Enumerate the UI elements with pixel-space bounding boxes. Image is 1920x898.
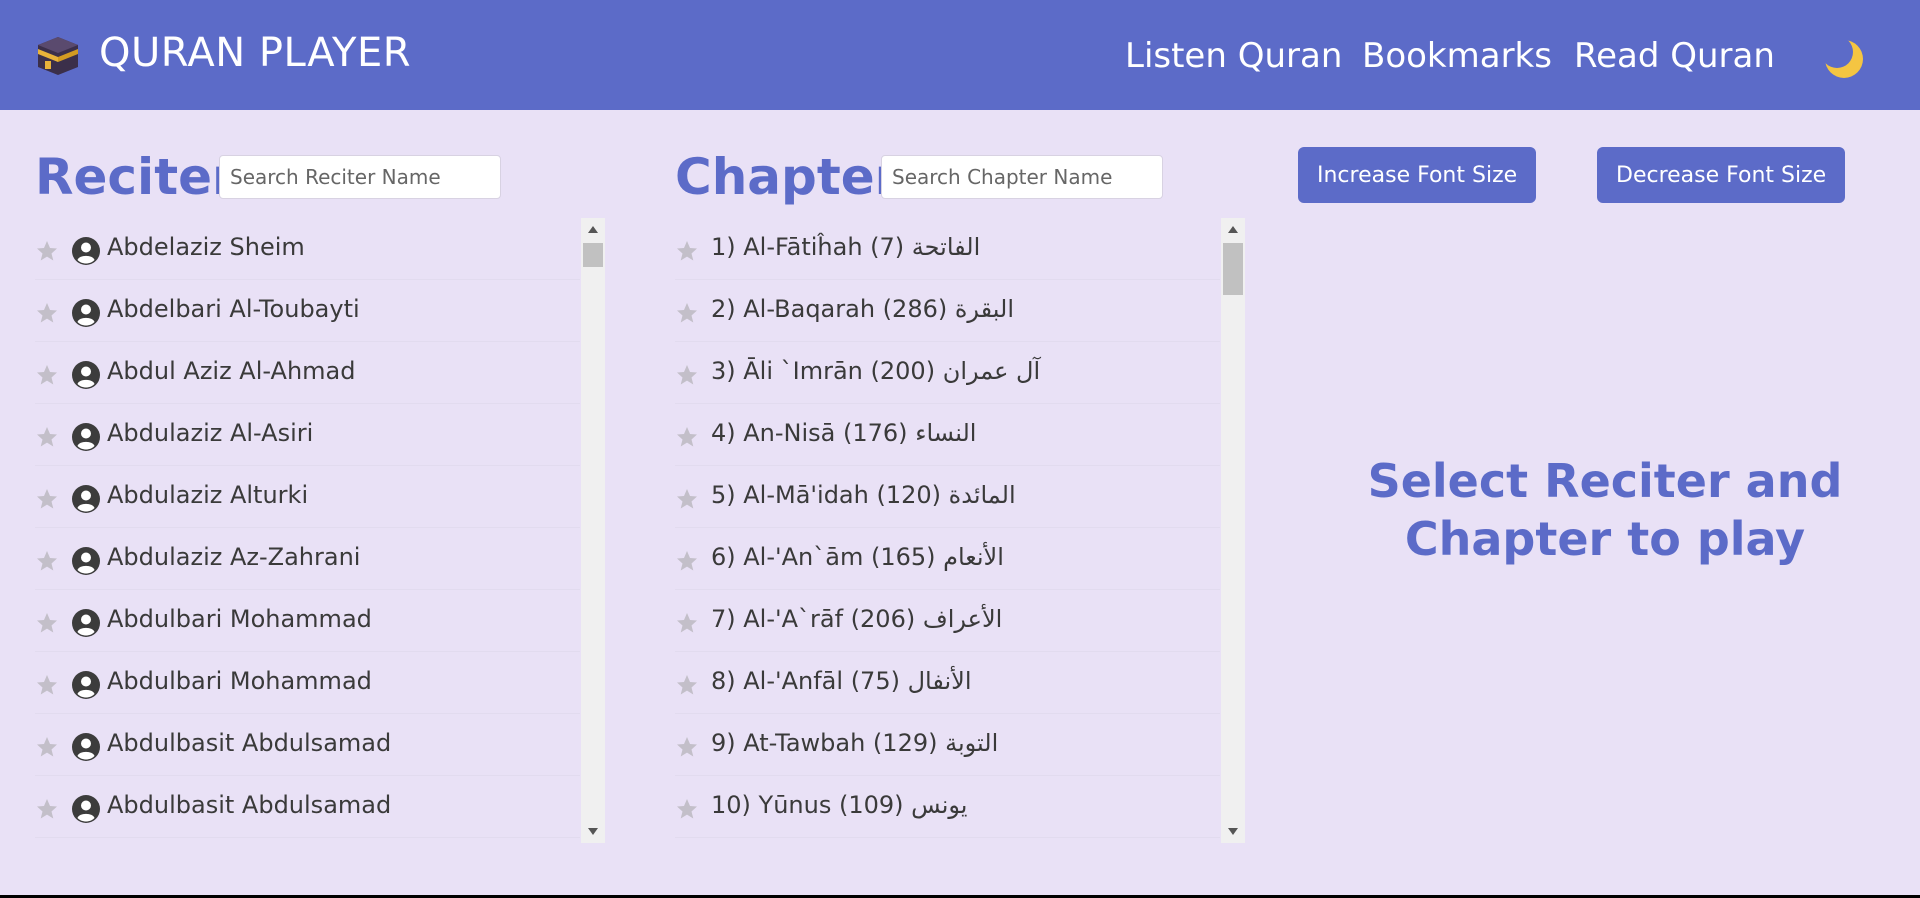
reciter-item[interactable]: Abdulaziz Az-Zahrani [35, 528, 580, 590]
chapter-item-label: 3) Āli `Imrān (200) آل عمران [711, 357, 1041, 385]
star-icon[interactable] [675, 611, 699, 635]
user-avatar-icon [71, 608, 101, 638]
chapter-item[interactable]: 2) Al-Baqarah (286) البقرة [675, 280, 1220, 342]
reciter-item-label: Abdul Aziz Al-Ahmad [107, 357, 356, 385]
chapter-item[interactable]: 7) Al-'A`rāf (206) الأعراف [675, 590, 1220, 652]
user-avatar-icon [71, 422, 101, 452]
user-avatar-icon [71, 546, 101, 576]
reciter-item-label: Abdulaziz Al-Asiri [107, 419, 314, 447]
moon-icon[interactable] [1822, 37, 1866, 81]
scroll-down-icon[interactable] [588, 828, 598, 835]
chapter-search-input[interactable] [881, 155, 1163, 199]
star-icon[interactable] [35, 239, 59, 263]
chapter-item[interactable]: 4) An-Nisā (176) النساء [675, 404, 1220, 466]
chapter-item-label: 4) An-Nisā (176) النساء [711, 419, 977, 447]
reciter-item[interactable]: Abdelaziz Sheim [35, 218, 580, 280]
nav-read-quran[interactable]: Read Quran [1574, 36, 1775, 76]
chapter-item-label: 10) Yūnus (109) يونس [711, 791, 968, 819]
user-avatar-icon [71, 484, 101, 514]
star-icon[interactable] [675, 301, 699, 325]
reciter-item[interactable]: Abdulbasit Abdulsamad [35, 776, 580, 838]
star-icon[interactable] [35, 611, 59, 635]
reciter-item-label: Abdelaziz Sheim [107, 233, 305, 261]
increase-font-size-button[interactable]: Increase Font Size [1298, 147, 1537, 203]
chapter-item[interactable]: 9) At-Tawbah (129) التوبة [675, 714, 1220, 776]
reciter-item[interactable]: Abdulaziz Al-Asiri [35, 404, 580, 466]
star-icon[interactable] [675, 487, 699, 511]
user-avatar-icon [71, 732, 101, 762]
reciter-item-label: Abdulbasit Abdulsamad [107, 791, 392, 819]
scroll-up-icon[interactable] [588, 226, 598, 233]
star-icon[interactable] [675, 797, 699, 821]
top-navbar: QURAN PLAYER Listen Quran Bookmarks Read… [0, 0, 1920, 110]
user-avatar-icon [71, 360, 101, 390]
star-icon[interactable] [35, 363, 59, 387]
chapter-item[interactable]: 1) Al-Fātiĥah (7) الفاتحة [675, 218, 1220, 280]
chapter-item[interactable]: 6) Al-'An`ām (165) الأنعام [675, 528, 1220, 590]
scrollbar-thumb[interactable] [1223, 243, 1243, 295]
reciter-item-label: Abdulaziz Az-Zahrani [107, 543, 361, 571]
reciter-item-label: Abdulbari Mohammad [107, 605, 372, 633]
reciter-item-label: Abdulbari Mohammad [107, 667, 372, 695]
star-icon[interactable] [675, 363, 699, 387]
star-icon[interactable] [35, 487, 59, 511]
chapter-item-label: 8) Al-'Anfāl (75) الأنفال [711, 667, 972, 695]
user-avatar-icon [71, 670, 101, 700]
user-avatar-icon [71, 236, 101, 266]
user-avatar-icon [71, 794, 101, 824]
chapter-item-label: 6) Al-'An`ām (165) الأنعام [711, 543, 1004, 571]
reciter-item-label: Abdelbari Al-Toubayti [107, 295, 360, 323]
reciter-item[interactable]: Abdulbari Mohammad [35, 590, 580, 652]
reciter-item[interactable]: Abdulbari Mohammad [35, 652, 580, 714]
reciter-item[interactable]: Abdelbari Al-Toubayti [35, 280, 580, 342]
chapter-item-label: 7) Al-'A`rāf (206) الأعراف [711, 605, 1003, 633]
chapter-item[interactable]: 8) Al-'Anfāl (75) الأنفال [675, 652, 1220, 714]
star-icon[interactable] [35, 301, 59, 325]
reciter-item[interactable]: Abdulbasit Abdulsamad [35, 714, 580, 776]
scroll-up-icon[interactable] [1228, 226, 1238, 233]
nav-listen-quran[interactable]: Listen Quran [1125, 36, 1342, 76]
star-icon[interactable] [35, 797, 59, 821]
kaaba-icon[interactable] [36, 35, 80, 77]
chapter-item[interactable]: 3) Āli `Imrān (200) آل عمران [675, 342, 1220, 404]
decrease-font-size-button[interactable]: Decrease Font Size [1597, 147, 1846, 203]
reciter-item-label: Abdulbasit Abdulsamad [107, 729, 392, 757]
star-icon[interactable] [35, 673, 59, 697]
star-icon[interactable] [675, 239, 699, 263]
reciter-item[interactable]: Abdulaziz Alturki [35, 466, 580, 528]
reciter-list: Abdelaziz Sheim Abdelbari Al-Toubayti Abdu… [35, 218, 580, 843]
chapter-item-label: 5) Al-Mā'idah (120) المائدة [711, 481, 1016, 509]
nav-bookmarks[interactable]: Bookmarks [1362, 36, 1552, 76]
star-icon[interactable] [35, 549, 59, 573]
chapter-item-label: 2) Al-Baqarah (286) البقرة [711, 295, 1015, 323]
reciter-item[interactable]: Abdul Aziz Al-Ahmad [35, 342, 580, 404]
star-icon[interactable] [35, 425, 59, 449]
reciter-list-scrollbar[interactable] [581, 218, 605, 843]
app-title[interactable]: QURAN PLAYER [99, 30, 411, 76]
reciter-item-label: Abdulaziz Alturki [107, 481, 309, 509]
chapter-item-label: 9) At-Tawbah (129) التوبة [711, 729, 999, 757]
chapter-item[interactable]: 10) Yūnus (109) يونس [675, 776, 1220, 838]
star-icon[interactable] [675, 735, 699, 759]
star-icon[interactable] [675, 673, 699, 697]
user-avatar-icon [71, 298, 101, 328]
star-icon[interactable] [675, 549, 699, 573]
scroll-down-icon[interactable] [1228, 828, 1238, 835]
reciter-search-input[interactable] [219, 155, 501, 199]
scrollbar-thumb[interactable] [583, 243, 603, 267]
chapter-item-label: 1) Al-Fātiĥah (7) الفاتحة [711, 233, 981, 261]
player-placeholder-message: Select Reciter and Chapter to play [1367, 454, 1843, 566]
chapter-list: 1) Al-Fātiĥah (7) الفاتحة 2) Al-Baqarah (… [675, 218, 1220, 843]
star-icon[interactable] [675, 425, 699, 449]
chapter-item[interactable]: 5) Al-Mā'idah (120) المائدة [675, 466, 1220, 528]
star-icon[interactable] [35, 735, 59, 759]
chapter-list-scrollbar[interactable] [1221, 218, 1245, 843]
